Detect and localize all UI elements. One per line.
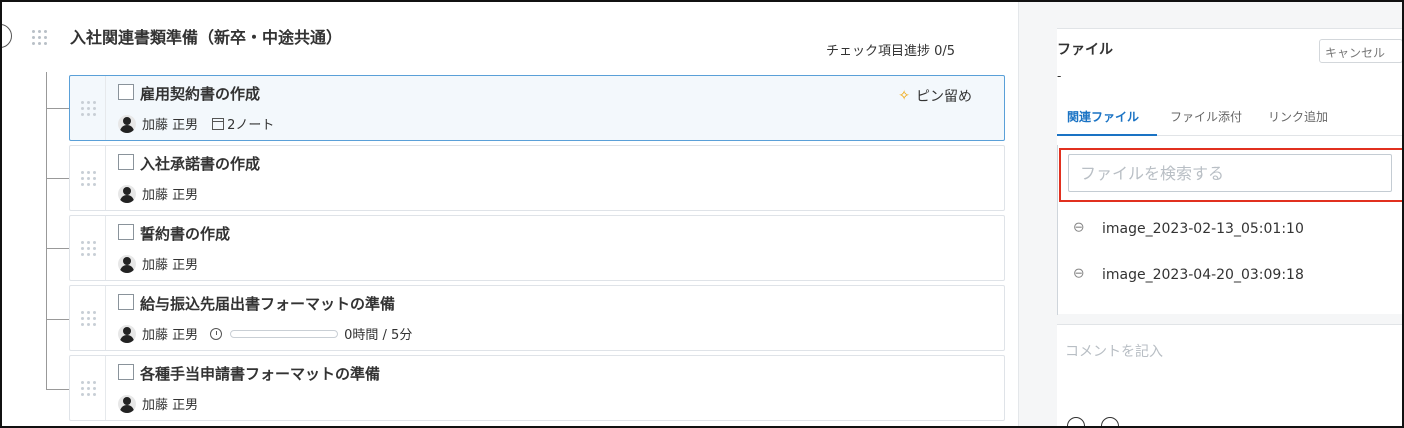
drag-handle-icon[interactable]	[81, 171, 96, 186]
task-item[interactable]: 誓約書の作成 加藤 正男	[69, 215, 1005, 281]
task-title[interactable]: 給与振込先届出書フォーマットの準備	[140, 293, 395, 314]
task-drag-handle[interactable]	[70, 216, 106, 280]
user-avatar	[118, 324, 136, 343]
task-meta: 加藤 正男	[118, 184, 198, 203]
note-icon	[212, 117, 225, 130]
task-title[interactable]: 雇用契約書の作成	[140, 83, 260, 104]
pin-label: ピン留め	[916, 89, 972, 105]
task-meta: 加藤 正男 0時間 / 5分	[118, 324, 412, 343]
collapse-toggle[interactable]	[2, 24, 12, 48]
task-drag-handle[interactable]	[70, 76, 106, 140]
drag-handle-icon[interactable]	[81, 241, 96, 256]
task-title[interactable]: 入社承諾書の作成	[140, 153, 260, 174]
task-item[interactable]: 各種手当申請書フォーマットの準備 加藤 正男	[69, 355, 1005, 421]
comment-box[interactable]: コメントを記入	[1057, 324, 1402, 426]
file-tabs: 関連ファイル ファイル添付 リンク追加	[1057, 96, 1402, 136]
file-item[interactable]: ⊘ image_2023-04-20_03:09:18	[1069, 264, 1304, 284]
task-item[interactable]: 雇用契約書の作成 加藤 正男 2ノート ✧ ピン留め	[69, 75, 1005, 141]
note-count[interactable]: 2ノート	[227, 114, 274, 133]
task-drag-handle[interactable]	[70, 146, 106, 210]
assignee-name: 加藤 正男	[142, 118, 199, 133]
emoji-icon[interactable]	[1101, 417, 1119, 426]
tree-connector	[46, 72, 47, 390]
task-meta: 加藤 正男 2ノート	[118, 114, 274, 133]
task-checkbox[interactable]	[118, 224, 134, 240]
drag-handle-icon[interactable]	[81, 311, 96, 326]
task-checkbox[interactable]	[118, 154, 134, 170]
cancel-button[interactable]: キャンセル	[1319, 39, 1402, 63]
detail-panel: ファイル キャンセル - 関連ファイル ファイル添付 リンク追加 ⊘ image…	[1019, 2, 1402, 426]
file-name[interactable]: image_2023-04-20_03:09:18	[1102, 267, 1304, 283]
drag-handle-icon[interactable]	[81, 101, 96, 116]
tree-connector	[46, 178, 69, 179]
user-avatar	[118, 254, 136, 273]
active-tab-indicator	[1057, 134, 1157, 136]
paperclip-icon: ⊘	[1068, 217, 1089, 238]
file-name[interactable]: image_2023-02-13_05:01:10	[1102, 221, 1304, 237]
app-frame: 入社関連書類準備（新卒・中途共通） チェック項目進捗 0/5 雇用契約書の作成 …	[0, 0, 1404, 428]
file-section-title: ファイル	[1057, 42, 1113, 58]
task-drag-handle[interactable]	[70, 286, 106, 350]
task-drag-handle[interactable]	[70, 356, 106, 420]
tree-connector	[46, 248, 69, 249]
timer-icon	[210, 327, 223, 340]
tab-related-files[interactable]: 関連ファイル	[1067, 108, 1139, 125]
checklist-panel: 入社関連書類準備（新卒・中途共通） チェック項目進捗 0/5 雇用契約書の作成 …	[2, 2, 1018, 426]
assignee-name: 加藤 正男	[142, 328, 199, 343]
user-avatar	[118, 394, 136, 413]
task-meta: 加藤 正男	[118, 394, 198, 413]
time-tracked[interactable]: 0時間 / 5分	[344, 324, 412, 343]
task-meta: 加藤 正男	[118, 254, 198, 273]
file-placeholder-dash: -	[1057, 69, 1062, 83]
file-item[interactable]: ⊘ image_2023-02-13_05:01:10	[1069, 218, 1304, 238]
task-title[interactable]: 誓約書の作成	[140, 223, 230, 244]
checklist-progress: チェック項目進捗 0/5	[826, 44, 956, 59]
mention-icon[interactable]	[1067, 417, 1085, 426]
pin-icon: ✧	[898, 88, 910, 104]
file-card: ファイル キャンセル - 関連ファイル ファイル添付 リンク追加 ⊘ image…	[1057, 28, 1402, 315]
paperclip-icon: ⊘	[1068, 263, 1089, 284]
user-avatar	[118, 184, 136, 203]
assignee-name: 加藤 正男	[142, 258, 199, 273]
assignee-name: 加藤 正男	[142, 188, 199, 203]
file-search-input[interactable]	[1068, 154, 1392, 192]
time-progress-bar	[230, 329, 339, 338]
assignee-name: 加藤 正男	[142, 398, 199, 413]
group-title: 入社関連書類準備（新卒・中途共通）	[70, 28, 343, 47]
tree-connector	[46, 108, 69, 109]
drag-handle-icon[interactable]	[32, 30, 47, 45]
tab-attach-file[interactable]: ファイル添付	[1170, 108, 1242, 125]
task-checkbox[interactable]	[118, 84, 134, 100]
tree-connector	[46, 389, 69, 390]
comment-input[interactable]: コメントを記入	[1065, 341, 1163, 361]
tree-connector	[46, 319, 69, 320]
task-title[interactable]: 各種手当申請書フォーマットの準備	[140, 363, 380, 384]
task-item[interactable]: 給与振込先届出書フォーマットの準備 加藤 正男 0時間 / 5分	[69, 285, 1005, 351]
pin-button[interactable]: ✧ ピン留め	[898, 86, 972, 106]
user-avatar	[118, 114, 136, 133]
task-checkbox[interactable]	[118, 364, 134, 380]
tab-add-link[interactable]: リンク追加	[1268, 108, 1328, 125]
drag-handle-icon[interactable]	[81, 381, 96, 396]
task-item[interactable]: 入社承諾書の作成 加藤 正男	[69, 145, 1005, 211]
related-files-pane: ⊘ image_2023-02-13_05:01:10 ⊘ image_2023…	[1057, 145, 1402, 315]
task-checkbox[interactable]	[118, 294, 134, 310]
